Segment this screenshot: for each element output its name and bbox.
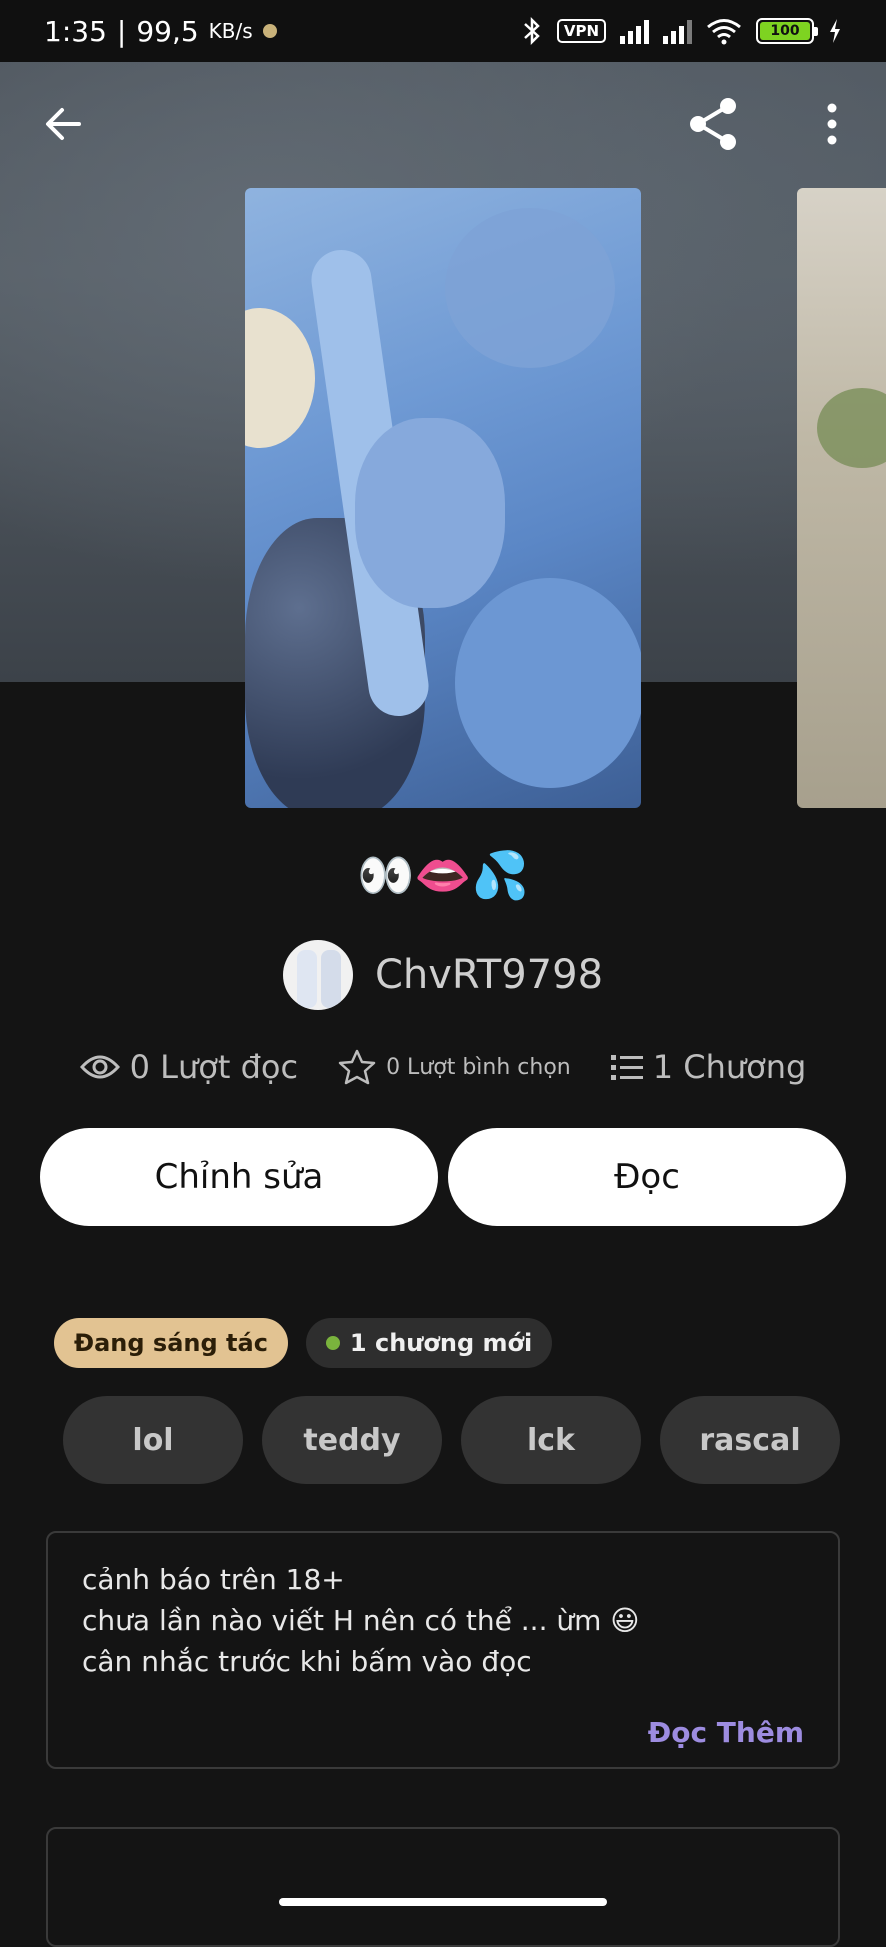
votes-stat: 0 Lượt bình chọn xyxy=(338,1049,571,1085)
signal-1-icon xyxy=(620,18,649,44)
story-cover-image[interactable] xyxy=(245,188,641,808)
network-unit: KB/s xyxy=(208,19,253,43)
story-stats: 0 Lượt đọc 0 Lượt bình chọn 1 Chương xyxy=(0,1048,886,1086)
arrow-left-icon xyxy=(46,108,81,140)
new-chapter-badge: 1 chương mới xyxy=(305,1318,553,1368)
back-button[interactable] xyxy=(27,88,99,160)
cover-cream-shape xyxy=(245,308,315,448)
chapter-list-box[interactable] xyxy=(46,1827,840,1947)
status-bar: 1:35 | 99,5 KB/s VPN 100 xyxy=(0,0,886,62)
tag-chip[interactable]: lck xyxy=(461,1396,641,1484)
eye-icon xyxy=(79,1055,120,1079)
bluetooth-icon xyxy=(523,16,540,46)
star-icon xyxy=(338,1049,376,1085)
story-title: 👀👄💦 xyxy=(357,848,529,902)
status-left: 1:35 | 99,5 KB/s xyxy=(44,15,277,48)
avatar-figure-2 xyxy=(320,950,341,1008)
description-line: cân nhắc trước khi bấm vào đọc xyxy=(82,1645,532,1678)
avatar-figure-1 xyxy=(296,950,317,1008)
vpn-icon: VPN xyxy=(556,19,606,43)
tag-chip[interactable]: teddy xyxy=(262,1396,442,1484)
next-cover-image[interactable] xyxy=(797,188,886,808)
signal-2-icon xyxy=(663,18,692,44)
more-options-button[interactable] xyxy=(796,88,868,160)
cover2-leaf xyxy=(817,388,886,468)
reads-count: 0 Lượt đọc xyxy=(129,1048,299,1086)
read-button[interactable]: Đọc xyxy=(448,1128,846,1226)
network-speed: 99,5 xyxy=(136,14,199,48)
status-divider: | xyxy=(116,14,127,48)
cover-bear-shape xyxy=(355,418,505,608)
share-icon xyxy=(690,98,736,150)
chapters-count: 1 Chương xyxy=(652,1048,807,1086)
description-box: cảnh báo trên 18+ chưa lần nào viết H nê… xyxy=(46,1531,840,1769)
reads-stat: 0 Lượt đọc xyxy=(79,1048,299,1086)
votes-count: 0 Lượt bình chọn xyxy=(386,1054,571,1080)
new-dot-icon xyxy=(325,1336,340,1350)
read-more-link[interactable]: Đọc Thêm xyxy=(648,1716,804,1749)
cover-paw-shape-2 xyxy=(455,578,641,788)
status-right: VPN 100 xyxy=(521,16,842,46)
tag-chip[interactable]: rascal xyxy=(660,1396,840,1484)
wifi-icon xyxy=(707,19,741,45)
edit-button[interactable]: Chỉnh sửa xyxy=(40,1128,438,1226)
tag-list: lol teddy lck rascal xyxy=(63,1396,840,1484)
description-line: cảnh báo trên 18+ xyxy=(82,1563,345,1596)
more-vertical-icon xyxy=(827,103,837,145)
home-indicator[interactable] xyxy=(279,1898,607,1906)
list-icon xyxy=(610,1055,643,1080)
cover-paw-shape-1 xyxy=(445,208,615,368)
notification-icon xyxy=(262,24,277,38)
share-button[interactable] xyxy=(678,88,750,160)
author-row[interactable]: ChvRT9798 xyxy=(0,940,886,1010)
chapters-stat: 1 Chương xyxy=(610,1048,807,1086)
status-time: 1:35 xyxy=(44,14,107,48)
tag-chip[interactable]: lol xyxy=(63,1396,243,1484)
battery-icon: 100 xyxy=(756,18,818,44)
action-buttons: Chỉnh sửa Đọc xyxy=(40,1128,846,1226)
description-line: chưa lần nào viết H nên có thể ... ừm 😃 xyxy=(82,1604,640,1637)
author-avatar[interactable] xyxy=(282,940,353,1010)
status-badge: Đang sáng tác xyxy=(54,1318,288,1368)
author-name[interactable]: ChvRT9798 xyxy=(375,952,603,998)
new-chapter-label: 1 chương mới xyxy=(349,1329,533,1357)
battery-level: 100 xyxy=(760,22,810,40)
charging-icon xyxy=(830,19,840,43)
story-badges: Đang sáng tác 1 chương mới xyxy=(54,1318,553,1368)
